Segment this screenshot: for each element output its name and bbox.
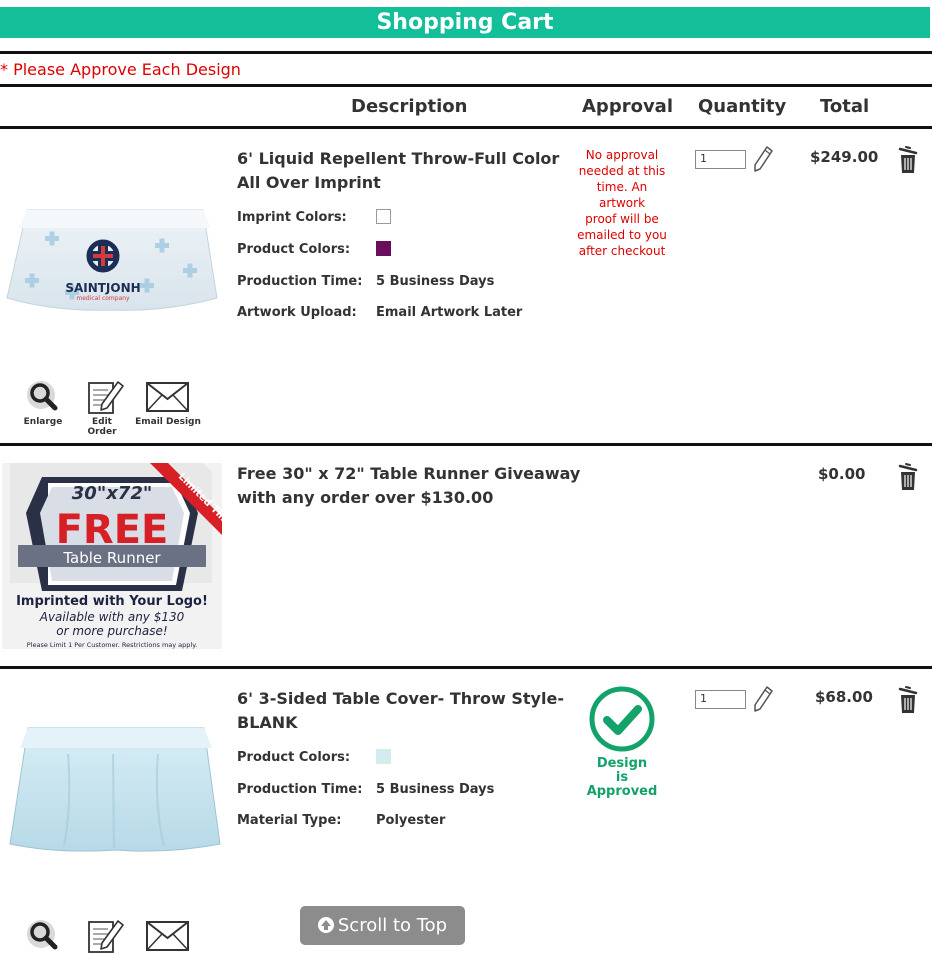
image-brand-text: SAINTJONH — [65, 281, 140, 295]
promo-line4: Please Limit 1 Per Customer. Restriction… — [27, 641, 197, 649]
item-title-line: All Over Imprint — [237, 173, 381, 192]
promo-runner: Table Runner — [62, 549, 161, 567]
product-image[interactable]: SAINTJONH medical company — [5, 198, 220, 316]
approved-line: Design — [596, 756, 648, 771]
approval-line: after checkout — [578, 244, 666, 258]
divider — [0, 666, 932, 669]
trash-icon[interactable] — [897, 684, 919, 714]
edit-order-label[interactable]: Edit Order — [76, 417, 128, 437]
item-total: $68.00 — [815, 688, 873, 706]
column-description: Description — [351, 96, 468, 117]
approved-line: is — [615, 770, 629, 785]
column-total: Total — [820, 96, 870, 117]
item-title[interactable]: 6' Liquid Repellent Throw-Full Color All… — [237, 147, 559, 195]
column-approval: Approval — [582, 96, 673, 117]
spec-label: Production Time: — [237, 274, 363, 289]
arrow-up-icon — [317, 917, 334, 933]
approval-line: proof will be — [585, 212, 659, 226]
promo-image[interactable]: 30"x72" FREE Table Runner Limited Time O… — [2, 463, 222, 649]
trash-icon[interactable] — [897, 144, 919, 174]
enlarge-label[interactable]: Enlarge — [18, 417, 68, 427]
divider — [0, 443, 932, 446]
product-image[interactable] — [8, 724, 222, 856]
image-brand-sub: medical company — [76, 295, 130, 302]
envelope-icon[interactable] — [145, 919, 191, 953]
scroll-to-top-button[interactable]: Scroll to Top — [300, 906, 465, 945]
promo-line2: Available with any $130 — [39, 610, 185, 624]
promo-line3: or more purchase! — [56, 624, 167, 638]
edit-order-icon[interactable] — [86, 917, 126, 955]
divider — [0, 51, 932, 54]
spec-label: Product Colors: — [237, 750, 351, 765]
envelope-icon[interactable] — [145, 380, 191, 414]
spec-value: Email Artwork Later — [376, 305, 523, 320]
spec-label: Product Colors: — [237, 242, 351, 257]
spec-label: Artwork Upload: — [237, 305, 357, 320]
spec-value: Polyester — [376, 813, 446, 828]
approved-status: Design is Approved — [577, 757, 667, 799]
item-title-line: Free 30" x 72" Table Runner Giveaway — [237, 464, 581, 483]
pencil-icon[interactable] — [752, 145, 774, 173]
spec-value: 5 Business Days — [376, 274, 495, 289]
edit-order-icon[interactable] — [86, 378, 126, 416]
magnifier-icon[interactable] — [24, 917, 64, 955]
spec-label: Imprint Colors: — [237, 210, 347, 225]
approval-line: emailed to you — [577, 228, 667, 242]
quantity-input[interactable]: 1 — [695, 690, 746, 709]
product-color-swatch — [376, 241, 391, 256]
item-total: $249.00 — [810, 148, 879, 166]
product-color-swatch — [376, 749, 391, 764]
quantity-input[interactable]: 1 — [695, 150, 746, 169]
column-quantity: Quantity — [698, 96, 787, 117]
approval-line: needed at this — [578, 164, 666, 178]
spec-value: 5 Business Days — [376, 782, 495, 797]
trash-icon[interactable] — [897, 461, 919, 491]
divider — [0, 126, 932, 129]
item-total: $0.00 — [818, 465, 866, 483]
item-title-line: with any order over $130.00 — [237, 488, 494, 507]
imprint-color-swatch — [376, 209, 391, 224]
scroll-to-top-label: Scroll to Top — [337, 915, 448, 936]
promo-line1: Imprinted with Your Logo! — [16, 594, 208, 609]
item-title-line: 6' Liquid Repellent Throw-Full Color — [237, 149, 560, 168]
approval-line: time. An artwork — [596, 180, 648, 210]
approval-note: No approval needed at this time. An artw… — [572, 147, 672, 259]
approved-line: Approved — [586, 784, 658, 799]
divider — [0, 84, 932, 87]
promo-size: 30"x72" — [72, 483, 152, 504]
spec-label: Production Time: — [237, 782, 363, 797]
item-title-line: 6' 3-Sided Table Cover- Throw Style- — [237, 689, 564, 708]
page-title: Shopping Cart — [0, 7, 930, 38]
approval-line: No approval — [585, 148, 659, 162]
magnifier-icon[interactable] — [24, 378, 64, 416]
spec-label: Material Type: — [237, 813, 342, 828]
item-title-line: BLANK — [237, 713, 298, 732]
email-design-label[interactable]: Email Design — [135, 417, 201, 427]
item-title[interactable]: Free 30" x 72" Table Runner Giveaway wit… — [237, 462, 580, 510]
checkmark-icon — [589, 686, 655, 752]
approve-notice: * Please Approve Each Design — [0, 60, 241, 79]
item-title[interactable]: 6' 3-Sided Table Cover- Throw Style- BLA… — [237, 687, 564, 735]
pencil-icon[interactable] — [752, 685, 774, 713]
